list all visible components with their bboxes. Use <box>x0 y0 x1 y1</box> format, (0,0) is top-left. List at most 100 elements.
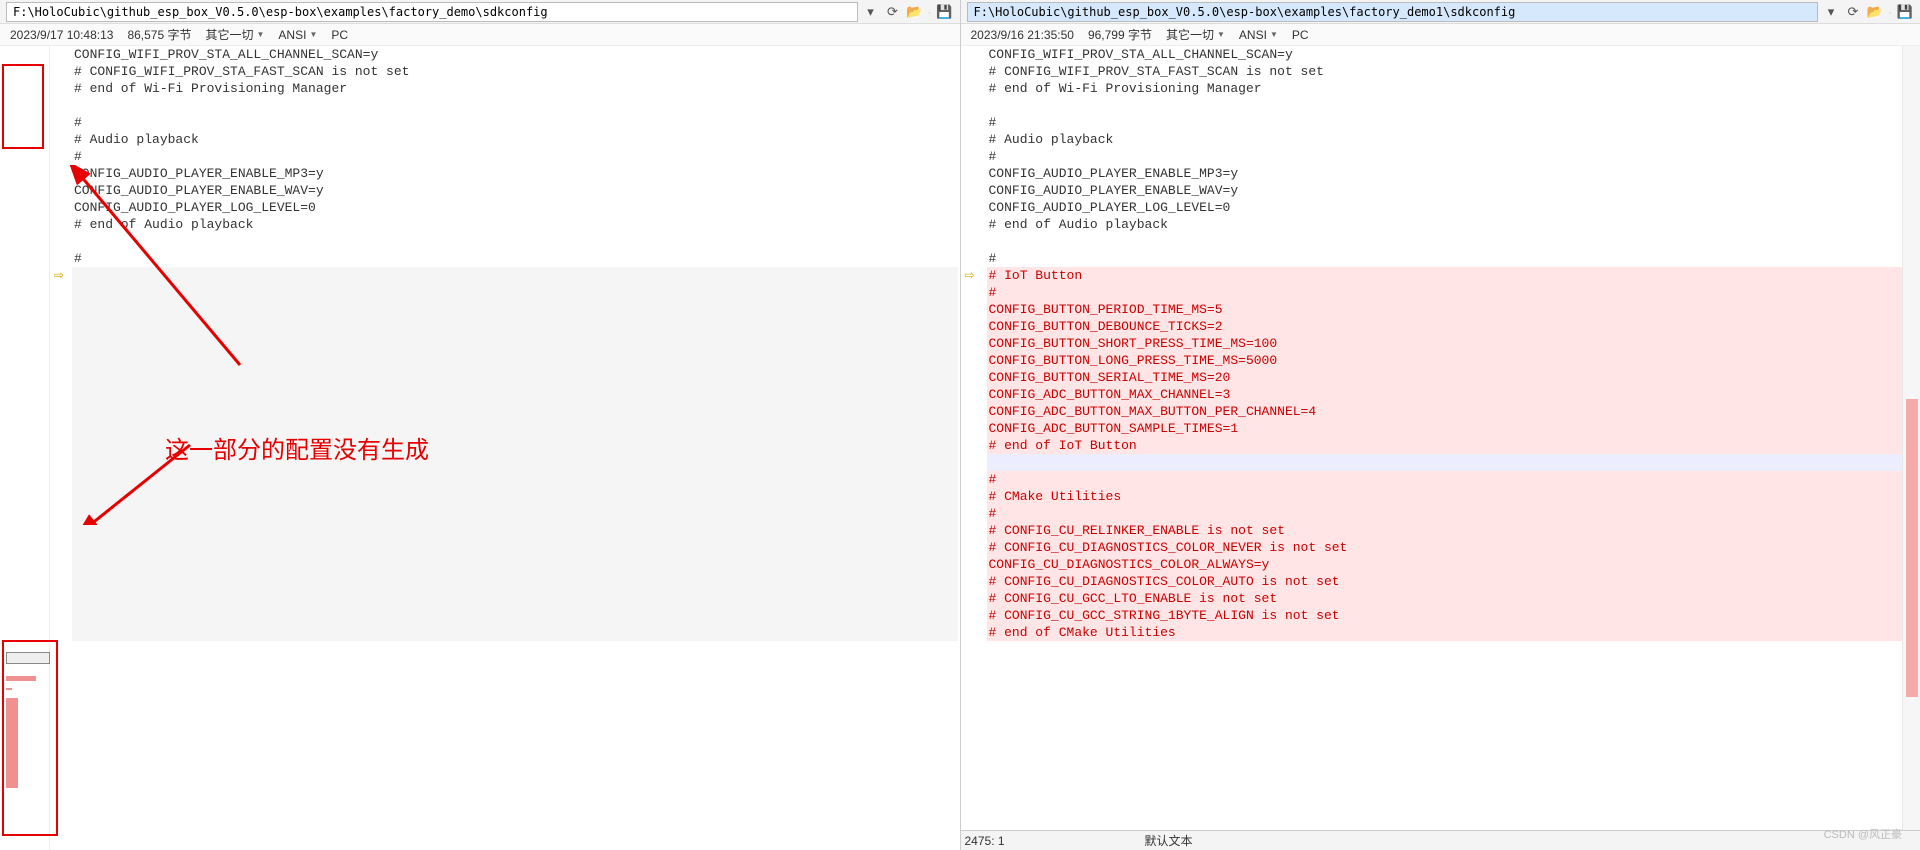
gap-line <box>72 335 958 352</box>
right-pane: ▾ ⟳ 📂 · 💾 2023/9/16 21:35:50 96,799 字节 其… <box>960 0 1920 850</box>
gap-line <box>72 403 958 420</box>
code-line-diff: # CONFIG_CU_RELINKER_ENABLE is not set <box>987 522 1919 539</box>
right-eol-dropdown[interactable]: PC <box>1292 28 1309 42</box>
gap-line <box>72 454 958 471</box>
code-line: CONFIG_WIFI_PROV_STA_ALL_CHANNEL_SCAN=y <box>987 46 1919 63</box>
right-encoding-dropdown[interactable]: ANSI▼ <box>1239 28 1278 42</box>
refresh-icon[interactable]: ⟳ <box>1844 3 1862 21</box>
code-line-diff: # IoT Button <box>987 267 1919 284</box>
code-line: # <box>72 250 958 267</box>
code-line-diff: # CONFIG_CU_DIAGNOSTICS_COLOR_AUTO is no… <box>987 573 1919 590</box>
right-path-input[interactable] <box>967 2 1819 22</box>
code-line-diff: CONFIG_ADC_BUTTON_MAX_CHANNEL=3 <box>987 386 1919 403</box>
left-side-gutter <box>0 46 50 850</box>
status-type: 默认文本 <box>1145 832 1193 849</box>
code-line-diff: # <box>987 471 1919 488</box>
right-pathbar: ▾ ⟳ 📂 · 💾 <box>961 0 1920 24</box>
left-gutter: ⇨ <box>50 46 72 850</box>
gap-line <box>72 386 958 403</box>
gap-line <box>72 352 958 369</box>
code-line: # <box>987 250 1919 267</box>
code-line: # <box>987 148 1919 165</box>
separator: · <box>928 5 932 19</box>
gap-line <box>72 420 958 437</box>
code-line-diff: # <box>987 505 1919 522</box>
save-icon: 💾 <box>1896 3 1914 21</box>
code-line-diff: # CONFIG_CU_GCC_LTO_ENABLE is not set <box>987 590 1919 607</box>
code-line-diff: # <box>987 284 1919 301</box>
right-infobar: 2023/9/16 21:35:50 96,799 字节 其它一切▼ ANSI▼… <box>961 24 1920 46</box>
code-line: CONFIG_AUDIO_PLAYER_LOG_LEVEL=0 <box>72 199 958 216</box>
gap-line <box>72 488 958 505</box>
code-line-diff: # CONFIG_CU_GCC_STRING_1BYTE_ALIGN is no… <box>987 607 1919 624</box>
code-line-diff: CONFIG_BUTTON_PERIOD_TIME_MS=5 <box>987 301 1919 318</box>
code-line-diff: CONFIG_ADC_BUTTON_SAMPLE_TIMES=1 <box>987 420 1919 437</box>
right-date: 2023/9/16 21:35:50 <box>971 28 1074 42</box>
gap-line <box>72 318 958 335</box>
code-line-diff: # CONFIG_CU_DIAGNOSTICS_COLOR_NEVER is n… <box>987 539 1919 556</box>
right-size: 96,799 字节 <box>1088 26 1152 43</box>
gap-line <box>72 369 958 386</box>
left-path-input[interactable] <box>6 2 858 22</box>
code-line: # end of Wi-Fi Provisioning Manager <box>987 80 1919 97</box>
code-line-diff: # end of IoT Button <box>987 437 1919 454</box>
diff-marker-icon: ⇨ <box>965 268 975 282</box>
right-misc-dropdown[interactable]: 其它一切▼ <box>1166 26 1225 43</box>
code-line-diff: CONFIG_BUTTON_DEBOUNCE_TICKS=2 <box>987 318 1919 335</box>
gap-line <box>72 471 958 488</box>
code-line: # CONFIG_WIFI_PROV_STA_FAST_SCAN is not … <box>987 63 1919 80</box>
left-infobar: 2023/9/17 10:48:13 86,575 字节 其它一切▼ ANSI▼… <box>0 24 960 46</box>
code-line: # <box>987 114 1919 131</box>
right-code-area[interactable]: CONFIG_WIFI_PROV_STA_ALL_CHANNEL_SCAN=y#… <box>987 46 1920 830</box>
code-line: CONFIG_AUDIO_PLAYER_ENABLE_MP3=y <box>72 165 958 182</box>
code-line <box>72 233 958 250</box>
code-line: CONFIG_AUDIO_PLAYER_LOG_LEVEL=0 <box>987 199 1919 216</box>
gap-line <box>72 301 958 318</box>
diff-marker-icon: ⇨ <box>54 268 64 282</box>
separator: · <box>1888 5 1892 19</box>
code-line-diff <box>987 454 1919 471</box>
right-overview-ruler[interactable] <box>1902 46 1920 830</box>
save-icon: 💾 <box>936 3 954 21</box>
refresh-icon[interactable]: ⟳ <box>884 3 902 21</box>
left-pane: ▾ ⟳ 📂 · 💾 2023/9/17 10:48:13 86,575 字节 其… <box>0 0 960 850</box>
gap-line <box>72 539 958 556</box>
open-folder-icon[interactable]: 📂 <box>906 3 924 21</box>
code-line-diff: CONFIG_BUTTON_SERIAL_TIME_MS=20 <box>987 369 1919 386</box>
gap-line <box>72 267 958 284</box>
code-line: # end of Wi-Fi Provisioning Manager <box>72 80 958 97</box>
right-statusbar: 2475: 1 默认文本 <box>961 830 1920 850</box>
gap-line <box>72 556 958 573</box>
code-line: # Audio playback <box>72 131 958 148</box>
dropdown-icon[interactable]: ▾ <box>862 3 880 21</box>
gap-line <box>72 573 958 590</box>
code-line-diff: CONFIG_BUTTON_SHORT_PRESS_TIME_MS=100 <box>987 335 1919 352</box>
code-line-diff: CONFIG_CU_DIAGNOSTICS_COLOR_ALWAYS=y <box>987 556 1919 573</box>
right-editor: ⇨ CONFIG_WIFI_PROV_STA_ALL_CHANNEL_SCAN=… <box>961 46 1920 830</box>
left-pathbar: ▾ ⟳ 📂 · 💾 <box>0 0 960 24</box>
left-date: 2023/9/17 10:48:13 <box>10 28 113 42</box>
code-line: # <box>72 148 958 165</box>
gap-line <box>72 505 958 522</box>
code-line: CONFIG_AUDIO_PLAYER_ENABLE_WAV=y <box>987 182 1919 199</box>
left-misc-dropdown[interactable]: 其它一切▼ <box>205 26 264 43</box>
gap-line <box>72 284 958 301</box>
code-line: CONFIG_WIFI_PROV_STA_ALL_CHANNEL_SCAN=y <box>72 46 958 63</box>
code-line-diff: CONFIG_BUTTON_LONG_PRESS_TIME_MS=5000 <box>987 352 1919 369</box>
gap-line <box>72 437 958 454</box>
code-line: # Audio playback <box>987 131 1919 148</box>
dropdown-icon[interactable]: ▾ <box>1822 3 1840 21</box>
left-code-area[interactable]: CONFIG_WIFI_PROV_STA_ALL_CHANNEL_SCAN=y#… <box>72 46 960 850</box>
code-line: # end of Audio playback <box>987 216 1919 233</box>
code-line: # CONFIG_WIFI_PROV_STA_FAST_SCAN is not … <box>72 63 958 80</box>
gap-line <box>72 607 958 624</box>
left-size: 86,575 字节 <box>127 26 191 43</box>
gap-line <box>72 522 958 539</box>
open-folder-icon[interactable]: 📂 <box>1866 3 1884 21</box>
left-encoding-dropdown[interactable]: ANSI▼ <box>278 28 317 42</box>
right-gutter: ⇨ <box>961 46 987 830</box>
code-line: CONFIG_AUDIO_PLAYER_ENABLE_MP3=y <box>987 165 1919 182</box>
left-eol-dropdown[interactable]: PC <box>331 28 348 42</box>
code-line-diff: # end of CMake Utilities <box>987 624 1919 641</box>
code-line: CONFIG_AUDIO_PLAYER_ENABLE_WAV=y <box>72 182 958 199</box>
